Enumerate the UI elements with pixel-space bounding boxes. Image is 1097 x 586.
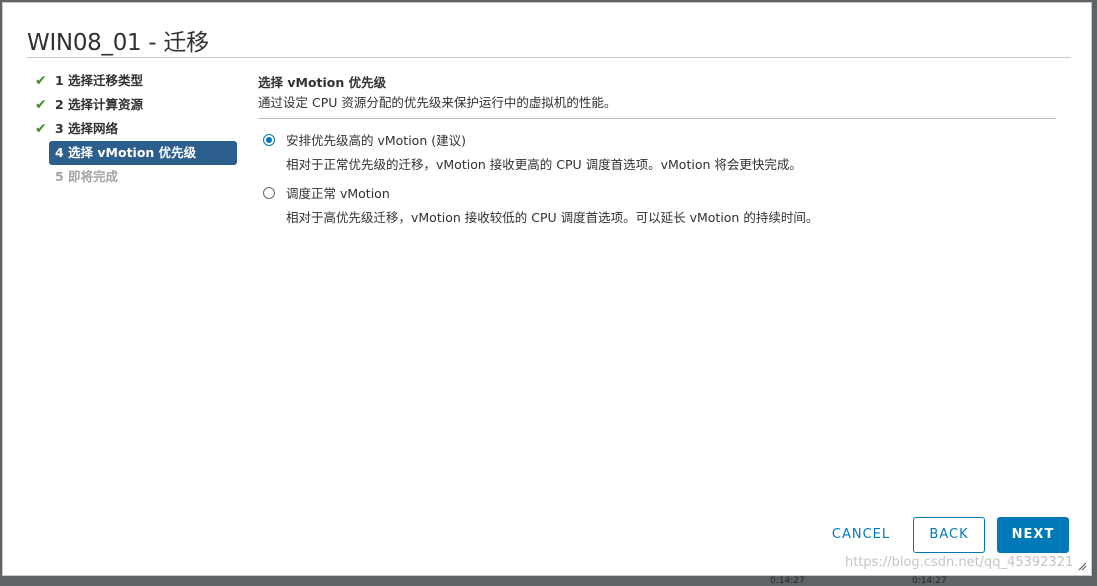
resize-handle-icon[interactable] [1077,561,1087,571]
step-label: 2 选择计算资源 [55,97,144,112]
next-button[interactable]: NEXT [997,517,1069,553]
section-title: 选择 vMotion 优先级 [258,75,387,90]
step-content: 选择 vMotion 优先级 通过设定 CPU 资源分配的优先级来保护运行中的虚… [258,73,1058,228]
migrate-dialog: WIN08_01 - 迁移 ✔ 1 选择迁移类型 ✔ 2 选择计算资源 ✔ 3 … [2,2,1092,576]
high-priority-radio[interactable] [263,134,275,146]
step-select-migration-type[interactable]: ✔ 1 选择迁移类型 [33,69,243,93]
step-label: 3 选择网络 [55,121,119,136]
watermark-text: https://blog.csdn.net/qq_45392321 [845,555,1074,570]
dialog-title: WIN08_01 - 迁移 [27,30,209,56]
content-divider [258,118,1056,119]
step-label: 4 选择 vMotion 优先级 [55,145,197,160]
option-description: 相对于高优先级迁移，vMotion 接收较低的 CPU 调度首选项。可以延长 v… [286,210,819,225]
step-label: 1 选择迁移类型 [55,73,144,88]
option-label[interactable]: 安排优先级高的 vMotion (建议) [286,131,1058,151]
option-normal-priority[interactable]: 调度正常 vMotion 相对于高优先级迁移，vMotion 接收较低的 CPU… [258,184,1058,228]
step-select-compute-resource[interactable]: ✔ 2 选择计算资源 [33,93,243,117]
normal-priority-radio[interactable] [263,187,275,199]
step-select-network[interactable]: ✔ 3 选择网络 [33,117,243,141]
section-description: 通过设定 CPU 资源分配的优先级来保护运行中的虚拟机的性能。 [258,95,617,110]
back-button[interactable]: BACK [913,517,985,553]
check-icon: ✔ [35,73,47,89]
background-time-left: 0:14:27 [770,576,805,586]
option-label[interactable]: 调度正常 vMotion [286,184,1058,204]
wizard-steps: ✔ 1 选择迁移类型 ✔ 2 选择计算资源 ✔ 3 选择网络 4 选择 vMot… [33,69,243,189]
title-divider [27,57,1071,58]
option-description: 相对于正常优先级的迁移，vMotion 接收更高的 CPU 调度首选项。vMot… [286,157,802,172]
check-icon: ✔ [35,121,47,137]
step-label: 5 即将完成 [55,169,119,184]
cancel-button[interactable]: CANCEL [825,517,897,553]
step-select-vmotion-priority[interactable]: 4 选择 vMotion 优先级 [49,141,237,165]
background-time-right: 0:14:27 [912,576,947,586]
step-ready-to-complete: 5 即将完成 [33,165,243,189]
check-icon: ✔ [35,97,47,113]
option-high-priority[interactable]: 安排优先级高的 vMotion (建议) 相对于正常优先级的迁移，vMotion… [258,131,1058,175]
